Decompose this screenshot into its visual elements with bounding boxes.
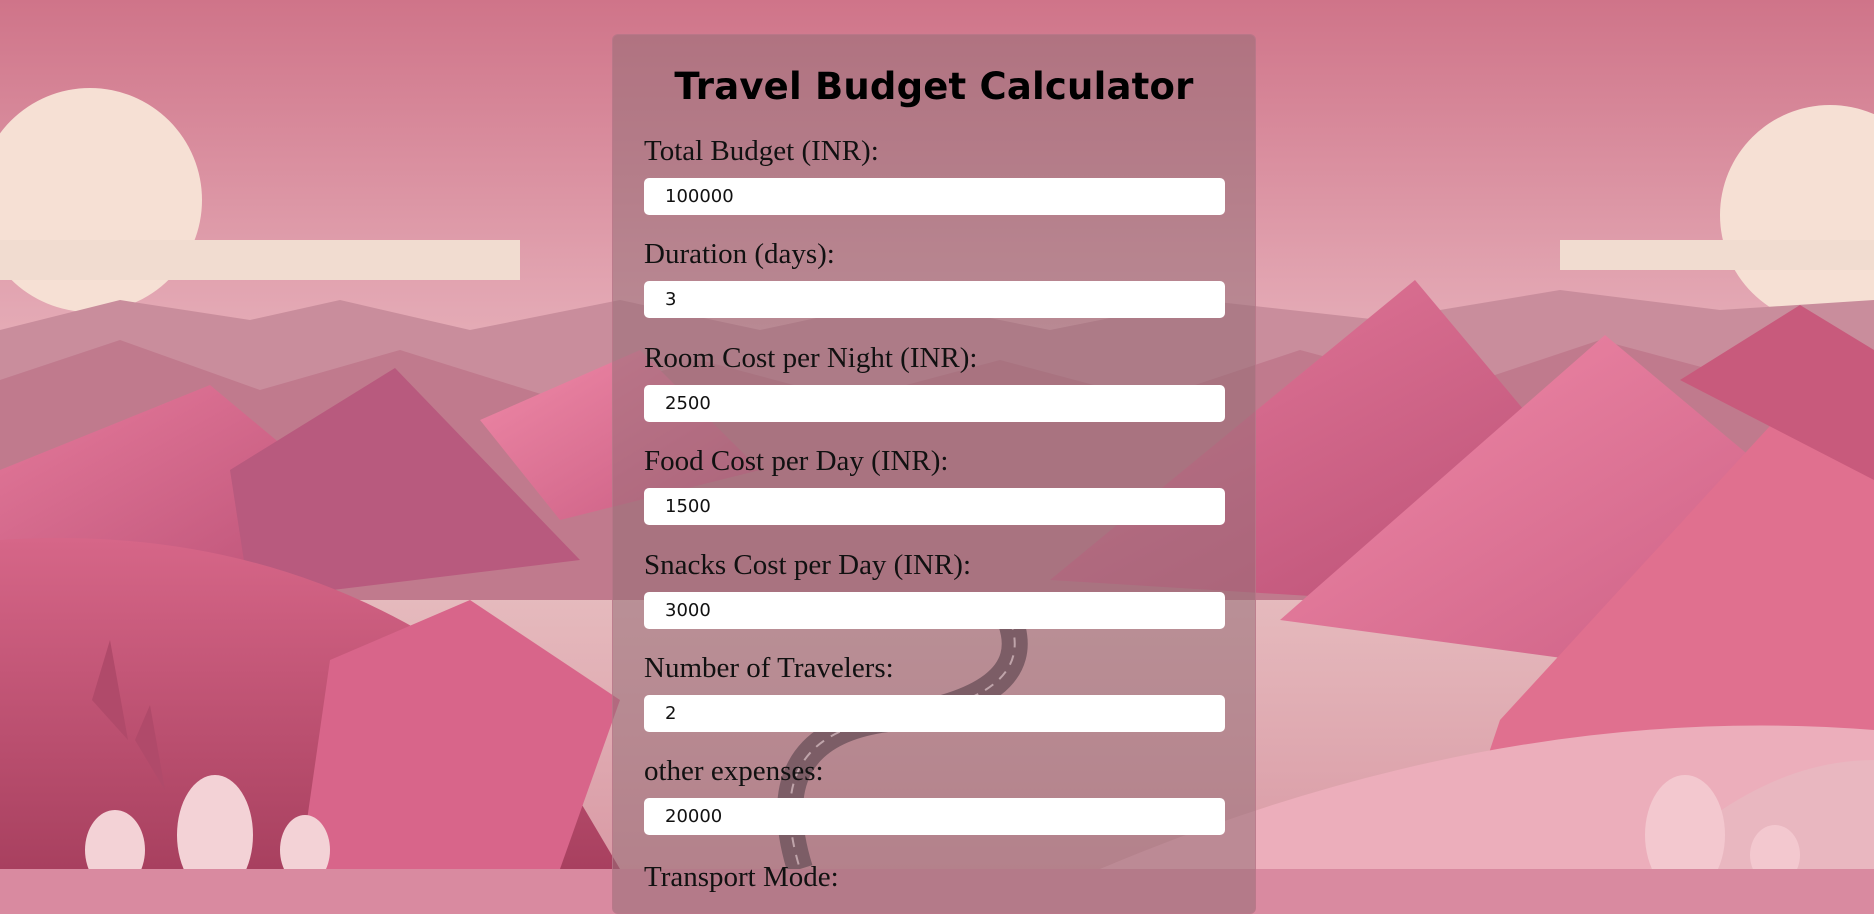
other-expenses-input[interactable] (644, 798, 1225, 835)
snacks-cost-input[interactable] (644, 592, 1225, 629)
duration-label: Duration (days): (644, 238, 835, 270)
total-budget-input[interactable] (644, 178, 1225, 215)
duration-input[interactable] (644, 281, 1225, 318)
room-cost-input[interactable] (644, 385, 1225, 422)
travelers-input[interactable] (644, 695, 1225, 732)
total-budget-label: Total Budget (INR): (644, 135, 879, 167)
transport-mode-label: Transport Mode: (644, 861, 839, 893)
snacks-cost-label: Snacks Cost per Day (INR): (644, 549, 972, 581)
travelers-label: Number of Travelers: (644, 652, 894, 684)
food-cost-label: Food Cost per Day (INR): (644, 445, 949, 477)
room-cost-label: Room Cost per Night (INR): (644, 342, 978, 374)
page-title: Travel Budget Calculator (674, 65, 1194, 108)
food-cost-input[interactable] (644, 488, 1225, 525)
calculator-panel: Travel Budget Calculator Total Budget (I… (612, 34, 1256, 914)
other-expenses-label: other expenses: (644, 755, 824, 787)
